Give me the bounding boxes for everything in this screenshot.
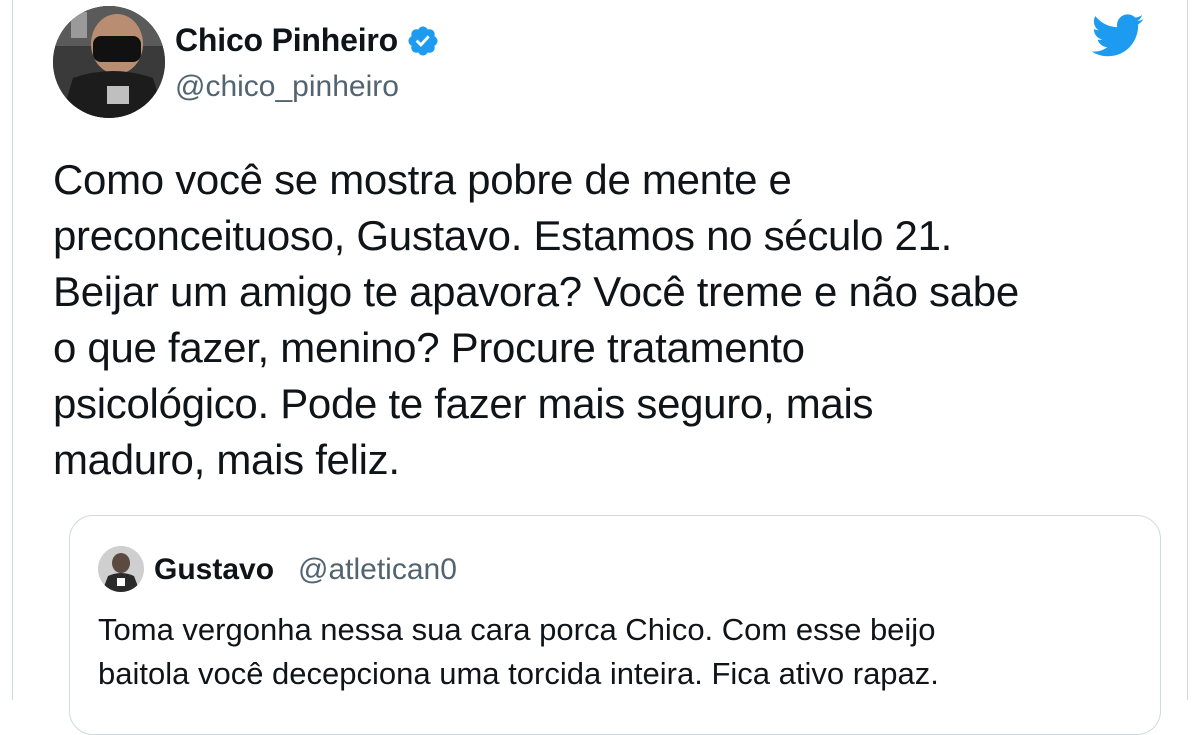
author-avatar[interactable] <box>53 6 165 118</box>
quoted-text-line: Toma vergonha nessa sua cara porca Chico… <box>98 612 936 647</box>
tweet-text-line: Como você se mostra pobre de mente e <box>53 156 792 203</box>
quoted-tweet[interactable]: Gustavo @atletican0 Toma vergonha nessa … <box>69 515 1161 735</box>
author-display-name[interactable]: Chico Pinheiro <box>175 22 440 59</box>
quoted-author-name[interactable]: Gustavo <box>154 553 274 587</box>
tweet-text-line: preconceituoso, Gustavo. Estamos no sécu… <box>53 212 953 259</box>
author-handle[interactable]: @chico_pinheiro <box>175 70 399 104</box>
quoted-author-handle[interactable]: @atletican0 <box>298 553 457 587</box>
tweet-text-line: maduro, mais feliz. <box>53 436 400 483</box>
tweet-body-text: Como você se mostra pobre de mente e pre… <box>53 152 1163 488</box>
quoted-text-line: baitola você decepciona uma torcida inte… <box>98 656 939 691</box>
tweet-text-line: psicológico. Pode te fazer mais seguro, … <box>53 380 874 427</box>
quoted-author-avatar[interactable] <box>98 546 144 592</box>
verified-badge-icon <box>408 25 438 56</box>
author-name-text[interactable]: Chico Pinheiro <box>175 22 398 59</box>
quoted-author-avatar-image <box>98 546 144 592</box>
twitter-bird-icon[interactable] <box>1091 14 1145 58</box>
quoted-tweet-text: Toma vergonha nessa sua cara porca Chico… <box>98 608 1138 696</box>
tweet-text-line: o que fazer, menino? Procure tratamento <box>53 324 805 371</box>
author-avatar-image <box>53 6 165 118</box>
tweet-text-line: Beijar um amigo te apavora? Você treme e… <box>53 268 1019 315</box>
tweet-card: Chico Pinheiro @chico_pinheiro Como você… <box>12 0 1188 735</box>
